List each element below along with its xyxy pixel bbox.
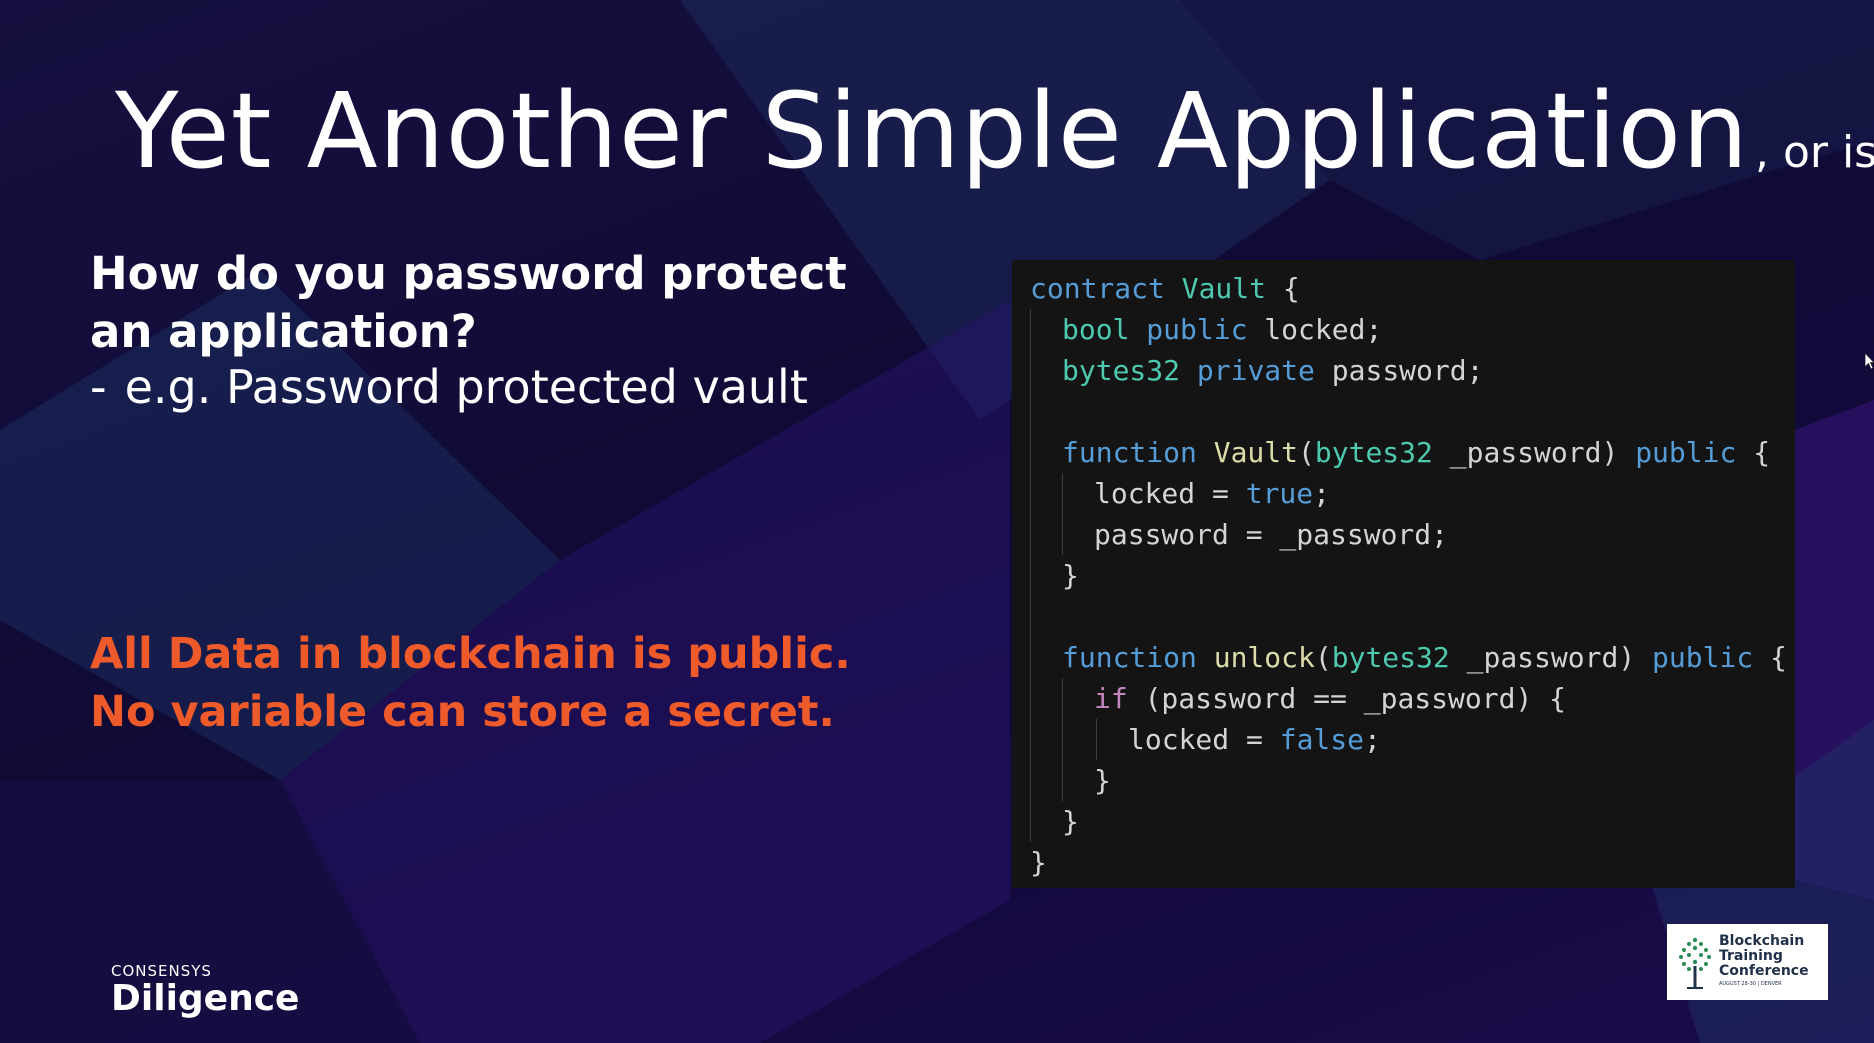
tree-icon bbox=[1679, 937, 1711, 989]
code-token: locked = bbox=[1128, 723, 1280, 756]
slide-title: Yet Another Simple Application, or is it… bbox=[115, 70, 1874, 192]
code-token: contract bbox=[1030, 272, 1165, 305]
code-token: bytes32 bbox=[1314, 436, 1433, 469]
code-panel: contract Vault { bool public locked; byt… bbox=[1012, 260, 1795, 888]
code-token: password = _password; bbox=[1094, 518, 1449, 551]
title-main-text: Yet Another Simple Application bbox=[115, 70, 1749, 192]
code-token: bytes32 bbox=[1331, 641, 1450, 674]
code-token: bytes32 bbox=[1062, 354, 1181, 387]
code-line-2: bool public locked; bbox=[1012, 309, 1795, 350]
code-token: ; bbox=[1313, 477, 1331, 510]
code-line-4 bbox=[1012, 391, 1795, 432]
code-token: public bbox=[1146, 313, 1248, 346]
code-token: bool bbox=[1062, 313, 1130, 346]
code-token: ( bbox=[1298, 436, 1315, 469]
conference-line-1: Blockchain bbox=[1719, 933, 1805, 949]
code-token: if bbox=[1094, 682, 1128, 715]
conference-name: Blockchain Training Conference bbox=[1719, 934, 1809, 979]
code-line-11: if (password == _password) { bbox=[1012, 678, 1795, 719]
code-token: } bbox=[1062, 559, 1079, 592]
code-line-6: locked = true; bbox=[1012, 473, 1795, 514]
question-heading: How do you password protect an applicati… bbox=[90, 247, 847, 358]
code-line-10: function unlock(bytes32 _password) publi… bbox=[1012, 637, 1795, 678]
example-text: e.g. Password protected vault bbox=[124, 360, 808, 414]
code-line-14: } bbox=[1012, 801, 1795, 842]
code-token: ; bbox=[1364, 723, 1381, 756]
code-line-9 bbox=[1012, 596, 1795, 637]
conference-line-3: Conference bbox=[1719, 963, 1809, 979]
conference-logo: Blockchain Training Conference AUGUST 28… bbox=[1667, 924, 1828, 1000]
code-token: locked; bbox=[1247, 313, 1383, 346]
code-line-13: } bbox=[1012, 760, 1795, 801]
code-token: ( bbox=[1314, 641, 1332, 674]
warning-line-2: No variable can store a secret. bbox=[90, 687, 835, 737]
presentation-slide: Yet Another Simple Application, or is it… bbox=[0, 0, 1874, 1043]
warning-message: All Data in blockchain is public. No var… bbox=[90, 625, 851, 741]
code-token: Vault bbox=[1213, 436, 1299, 469]
code-token: locked = bbox=[1094, 477, 1246, 510]
code-line-7: password = _password; bbox=[1012, 514, 1795, 555]
code-token: } bbox=[1030, 846, 1047, 879]
code-line-12: locked = false; bbox=[1012, 719, 1795, 760]
bullet-dash: - bbox=[90, 360, 107, 414]
code-token: (password == _password) { bbox=[1127, 682, 1567, 715]
logo-big-text: Diligence bbox=[111, 978, 300, 1019]
conference-line-2: Training bbox=[1719, 948, 1783, 964]
code-token: { bbox=[1753, 641, 1787, 674]
code-token: } bbox=[1062, 805, 1079, 838]
code-token: _password) bbox=[1432, 436, 1636, 469]
mouse-cursor-icon bbox=[1865, 353, 1874, 370]
code-token: public bbox=[1635, 436, 1737, 469]
code-token: } bbox=[1094, 764, 1111, 797]
code-token: function bbox=[1062, 641, 1197, 674]
title-suffix-text: , or is it? bbox=[1754, 127, 1874, 178]
code-line-15: } bbox=[1012, 842, 1795, 883]
code-token: _password) bbox=[1449, 641, 1653, 674]
code-token: password; bbox=[1314, 354, 1484, 387]
code-token: function bbox=[1062, 436, 1197, 469]
code-token: { bbox=[1736, 436, 1771, 469]
example-bullet: - e.g. Password protected vault bbox=[90, 360, 808, 414]
consensys-diligence-logo: CONSENSYS Diligence bbox=[111, 962, 299, 1019]
code-token: false bbox=[1279, 723, 1365, 756]
code-token: public bbox=[1652, 641, 1754, 674]
code-token: private bbox=[1196, 354, 1315, 387]
conference-date: AUGUST 28-30 | DENVER bbox=[1719, 981, 1782, 987]
code-token: Vault bbox=[1181, 272, 1267, 305]
code-line-8: } bbox=[1012, 555, 1795, 596]
warning-line-1: All Data in blockchain is public. bbox=[90, 629, 851, 679]
code-line-3: bytes32 private password; bbox=[1012, 350, 1795, 391]
code-token: { bbox=[1266, 272, 1300, 305]
code-line-1: contract Vault { bbox=[1012, 268, 1795, 309]
code-token: unlock bbox=[1213, 641, 1315, 674]
code-line-5: function Vault(bytes32 _password) public… bbox=[1012, 432, 1795, 473]
code-token: true bbox=[1245, 477, 1314, 510]
